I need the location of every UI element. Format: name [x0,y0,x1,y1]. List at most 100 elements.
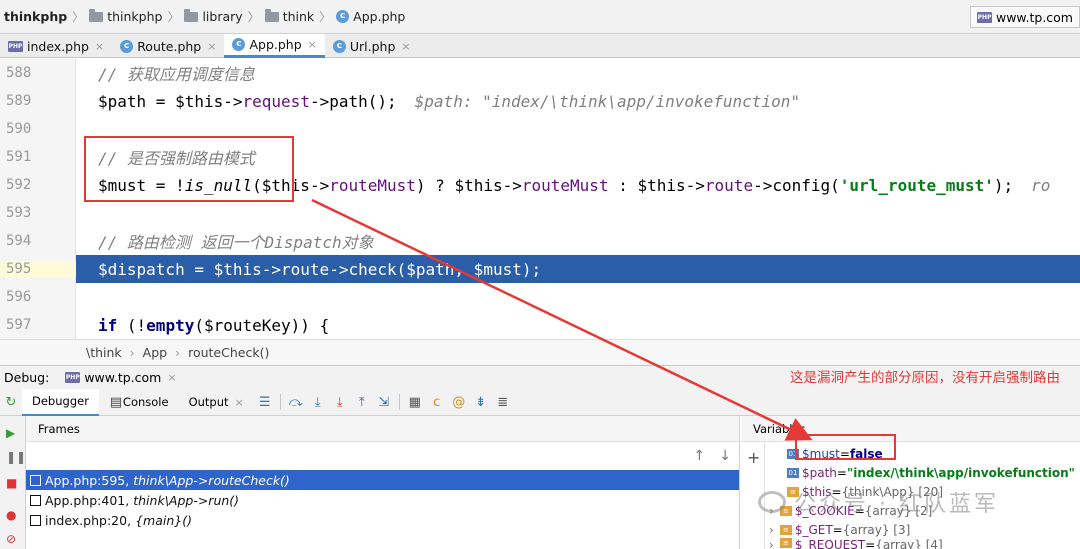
run-to-cursor-icon[interactable]: ⇲ [373,395,395,410]
force-step-into-icon[interactable]: ⤓ [329,395,351,410]
close-icon[interactable]: × [95,40,104,53]
tab-index-php[interactable]: PHP index.php × [0,34,112,58]
close-icon[interactable]: × [235,396,244,409]
annotation-box-code [84,136,294,202]
line-number: 588 [6,65,32,81]
close-icon[interactable]: × [207,40,216,53]
code-token: route [704,175,754,195]
rerun-icon[interactable]: ↻ [0,395,22,410]
code-editor[interactable]: 588 // 获取应用调度信息 589 $path = $this -> reque… [0,59,1080,339]
add-watch-icon[interactable]: + [747,448,760,467]
line-number: 590 [6,121,32,137]
variable-value: {array} [4] [875,538,943,549]
variable-value: "index/\think\app/invokefunction" [846,465,1075,480]
breadcrumb-namespace[interactable]: \think [86,345,122,360]
line-number: 595 [0,261,76,277]
variables-panel: Variables + 01 $must = false 01 $path = … [741,416,1080,549]
mute-breakpoints-icon[interactable]: ⊘ [6,532,16,546]
line-number: 592 [6,177,32,193]
tab-app-php[interactable]: c App.php × [224,34,325,58]
variable-name: $path [802,465,837,480]
code-line-588[interactable]: 588 // 获取应用调度信息 [0,59,1080,87]
frames-header: Frames [26,416,739,442]
breadcrumb-label: library [202,9,243,24]
tab-label: index.php [27,38,89,54]
debug-session-tab[interactable]: PHP www.tp.com × [65,370,177,385]
class-icon: c [336,10,350,23]
code-token: ); [993,175,1014,195]
code-text[interactable]: if (! empty ($routeKey)) { [76,311,1080,339]
breadcrumb-class[interactable]: App [143,345,167,360]
breadcrumb-item-file[interactable]: c App.php [336,9,405,24]
code-line-589[interactable]: 589 $path = $this -> request ->path(); $path… [0,87,1080,115]
tab-url-php[interactable]: c Url.php × [325,34,419,58]
code-line-595-current-execution[interactable]: 595 $dispatch = $this->route->check($pat… [0,255,1080,283]
close-icon[interactable]: × [308,38,317,51]
frames-toggle-icon[interactable]: ⇟ [470,395,492,410]
evaluate-icon[interactable]: ▦ [404,395,426,410]
breadcrumb-item-project[interactable]: thinkphp [4,9,67,24]
tab-label: Output [188,395,229,409]
frame-location: App.php:595, [45,472,130,488]
code-line-597[interactable]: 597 if (! empty ($routeKey)) { [0,311,1080,339]
step-out-icon[interactable]: ⤒ [351,395,373,410]
close-icon[interactable]: × [167,371,176,384]
tab-debugger[interactable]: Debugger [22,388,99,416]
close-icon[interactable]: × [401,40,410,53]
line-number: 594 [6,233,32,249]
tab-output[interactable]: Output × [179,389,254,416]
arrow-up-icon[interactable]: ↑ [694,448,706,464]
tab-label: Console [122,395,169,409]
php-icon: PHP [65,372,81,383]
stop-icon[interactable]: ■ [6,476,17,490]
code-token: routeMust [521,175,609,195]
class-icon: c [232,38,246,51]
watch-icon[interactable]: @ [448,395,470,410]
chevron-right-icon: 〉 [319,10,332,24]
debug-controls-strip: ▶ ❚❚ ■ ● ⊘ [0,416,26,549]
breadcrumb-item-library[interactable]: library [184,8,243,24]
settings-list-icon[interactable]: ≣ [492,395,514,410]
menu-icon[interactable]: ☰ [254,395,276,410]
variable-row-path[interactable]: 01 $path = "index/\think\app/invokefunct… [787,463,1075,482]
variable-row-get[interactable]: › ≡ $_GET = {array} [3] [769,520,910,539]
run-configuration-selector[interactable]: PHP www.tp.com [969,6,1080,28]
frame-row[interactable]: App.php:401, think\App->run() [26,490,739,510]
variable-row-request[interactable]: › ≡ $_REQUEST = {array} [4] [769,538,943,549]
resume-icon[interactable]: ▶ [6,426,15,440]
chevron-right-icon: 〉 [72,10,85,24]
code-text[interactable]: $dispatch = $this->route->check($path, $… [76,255,1080,283]
step-into-icon[interactable]: ⤓ [307,395,329,410]
editor-tabs: PHP index.php × c Route.php × c App.php … [0,34,1080,58]
frame-method: think\App->routeCheck() [133,472,290,488]
variable-eq: = [865,538,876,549]
code-line-596[interactable]: 596 [0,283,1080,311]
breadcrumb-item-thinkphp[interactable]: thinkphp [89,8,162,24]
breadcrumb-method[interactable]: routeCheck() [188,345,269,360]
chevron-right-icon: 〉 [167,10,180,24]
line-number: 596 [6,289,32,305]
tab-console[interactable]: ▤ Console [99,389,179,416]
chevron-right-icon[interactable]: › [769,538,774,549]
frame-location: App.php:401, [45,492,130,508]
step-over-icon[interactable]: ⤼ [285,395,307,410]
watermark-text: 公众号 · 红队蓝军 [794,492,999,517]
class-toggle-icon[interactable]: c [426,395,448,410]
code-text[interactable]: // 获取应用调度信息 [76,59,1080,87]
annotation-box-variable [795,434,896,460]
breadcrumb-item-think[interactable]: think [264,8,314,24]
code-line-593[interactable]: 593 [0,199,1080,227]
arrow-down-icon[interactable]: ↓ [719,448,731,464]
pause-icon[interactable]: ❚❚ [6,450,26,464]
tab-route-php[interactable]: c Route.php × [112,34,224,58]
view-breakpoints-icon[interactable]: ● [6,508,16,522]
code-token: $this [175,91,224,111]
code-text[interactable]: // 路由检测 返回一个Dispatch对象 [76,227,1080,255]
code-text[interactable]: $path = $this -> request ->path(); $path: "i… [76,87,1080,115]
run-configuration-label: www.tp.com [995,9,1073,25]
code-line-594[interactable]: 594 // 路由检测 返回一个Dispatch对象 [0,227,1080,255]
array-icon: ≡ [779,524,792,535]
frame-row[interactable]: index.php:20, {main}() [26,510,739,530]
chevron-right-icon[interactable]: › [769,523,774,537]
frame-row[interactable]: App.php:595, think\App->routeCheck() [26,470,739,490]
